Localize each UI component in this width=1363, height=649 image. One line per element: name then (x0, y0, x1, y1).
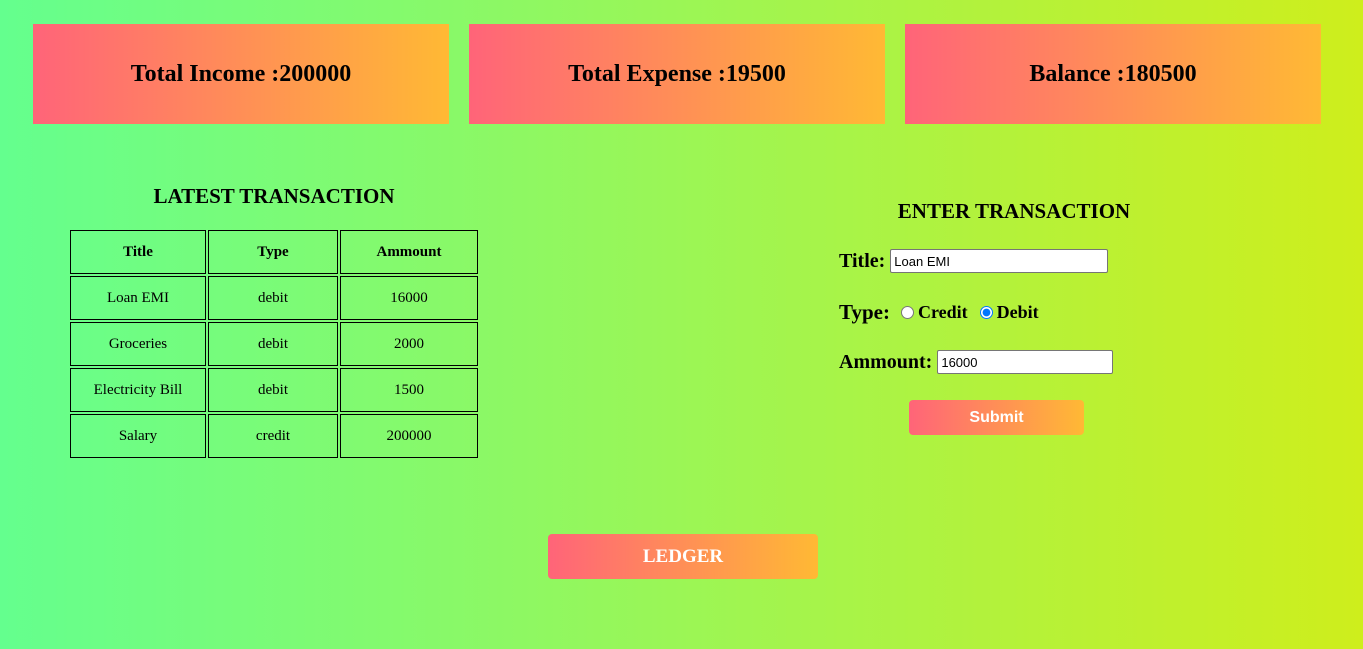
amount-row: Ammount: (839, 350, 1114, 374)
cell-type: credit (208, 414, 338, 458)
credit-label: Credit (917, 302, 968, 322)
ledger-button[interactable]: LEDGER (548, 534, 818, 579)
table-row: Electricity Bill debit 1500 (70, 368, 478, 412)
title-input[interactable] (890, 249, 1109, 273)
cell-title: Salary (70, 414, 206, 458)
credit-radio[interactable] (900, 306, 914, 319)
table-row: Salary credit 200000 (70, 414, 478, 458)
total-expense-label: Total Expense : (568, 60, 726, 87)
table-row: Loan EMI debit 16000 (70, 276, 478, 320)
cell-type: debit (208, 322, 338, 366)
debit-label: Debit (996, 302, 1039, 322)
table-header-row: Title Type Ammount (70, 230, 478, 274)
total-expense-value: 19500 (725, 60, 786, 87)
balance-card: Balance :180500 (905, 24, 1321, 124)
table-row: Groceries debit 2000 (70, 322, 478, 366)
balance-value: 180500 (1124, 60, 1197, 87)
cell-type: debit (208, 368, 338, 412)
cell-title: Electricity Bill (70, 368, 206, 412)
enter-transaction-heading: ENTER TRANSACTION (897, 199, 1131, 223)
amount-input[interactable] (937, 350, 1114, 374)
type-row: Type: Credit Debit (839, 300, 1045, 325)
type-label: Type: (839, 300, 890, 324)
transactions-table: Title Type Ammount Loan EMI debit 16000 … (68, 228, 480, 460)
title-label: Title: (839, 249, 886, 272)
cell-amount: 200000 (340, 414, 478, 458)
total-income-label: Total Income : (130, 60, 280, 87)
latest-transaction-heading: LATEST TRANSACTION (153, 184, 395, 208)
title-row: Title: (839, 249, 1109, 273)
cell-amount: 1500 (340, 368, 478, 412)
cell-type: debit (208, 276, 338, 320)
cell-amount: 2000 (340, 322, 478, 366)
submit-button[interactable]: Submit (909, 400, 1084, 435)
column-header-type: Type (208, 230, 338, 274)
column-header-title: Title (70, 230, 206, 274)
total-expense-card: Total Expense :19500 (469, 24, 885, 124)
balance-label: Balance : (1029, 60, 1125, 87)
total-income-card: Total Income :200000 (33, 24, 449, 124)
cell-title: Loan EMI (70, 276, 206, 320)
cell-amount: 16000 (340, 276, 478, 320)
total-income-value: 200000 (279, 60, 352, 87)
amount-label: Ammount: (839, 350, 933, 373)
cell-title: Groceries (70, 322, 206, 366)
column-header-amount: Ammount (340, 230, 478, 274)
debit-radio[interactable] (979, 306, 993, 319)
